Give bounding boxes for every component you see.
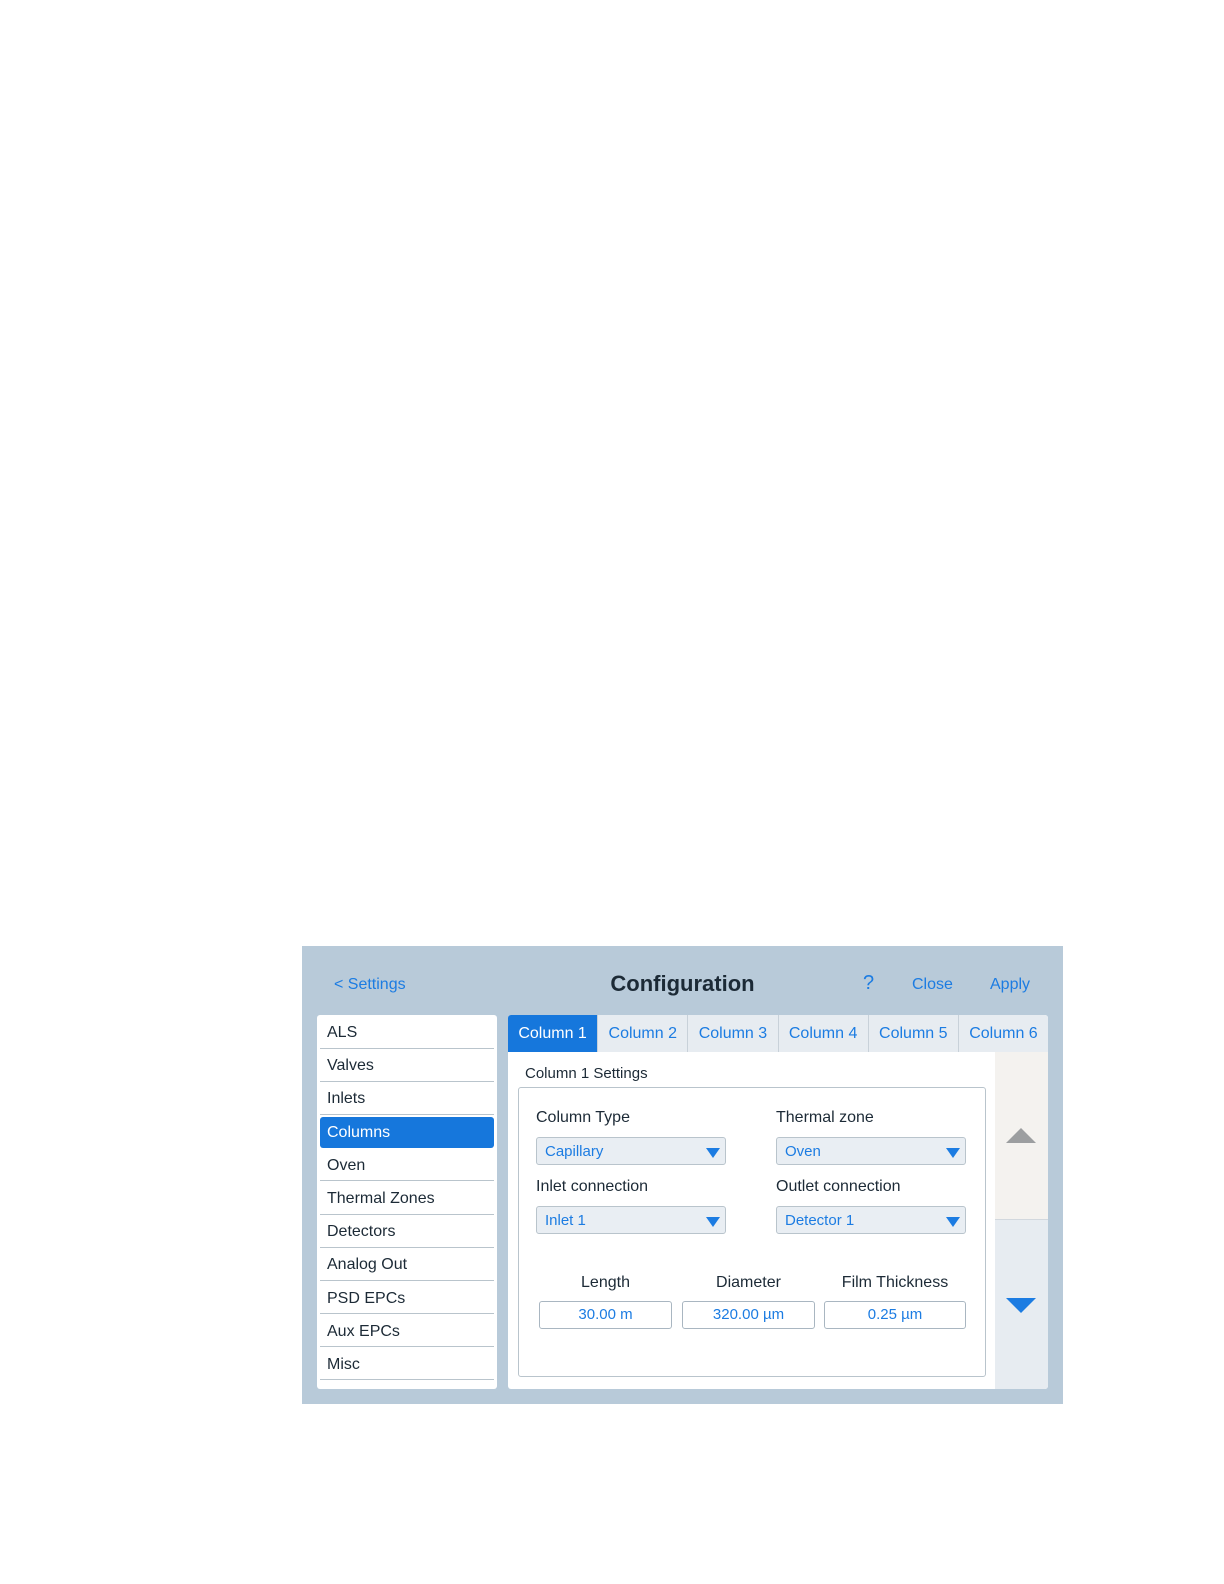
sidebar-item-columns[interactable]: Columns (320, 1116, 494, 1149)
tab-column-1[interactable]: Column 1 (508, 1015, 599, 1052)
close-button[interactable]: Close (912, 976, 953, 994)
film-thickness-field[interactable]: 0.25 µm (824, 1301, 966, 1329)
outlet-connection-dropdown[interactable]: Detector 1 (776, 1206, 966, 1234)
sidebar-item-thermal-zones[interactable]: Thermal Zones (320, 1183, 494, 1215)
sidebar-item-psd-epcs[interactable]: PSD EPCs (320, 1283, 494, 1315)
thermal-zone-label: Thermal zone (776, 1109, 874, 1126)
sidebar-item-valves[interactable]: Valves (320, 1050, 494, 1082)
inlet-connection-label: Inlet connection (536, 1178, 649, 1195)
sidebar-item-analog-out[interactable]: Analog Out (320, 1249, 494, 1281)
outlet-connection-value: Detector 1 (785, 1212, 855, 1229)
section-title: Column 1 Settings (525, 1065, 648, 1082)
chevron-down-icon (946, 1148, 960, 1158)
content-area: Column 1 Column 2 Column 3 Column 4 Colu… (508, 1015, 1048, 1389)
diameter-label: Diameter (716, 1274, 781, 1291)
chevron-down-icon (946, 1217, 960, 1227)
tab-column-5[interactable]: Column 5 (869, 1015, 959, 1052)
thermal-zone-value: Oven (785, 1143, 821, 1160)
scroll-up-button[interactable] (995, 1052, 1048, 1220)
diameter-field[interactable]: 320.00 µm (682, 1301, 815, 1329)
column-type-label: Column Type (536, 1109, 630, 1126)
inlet-connection-dropdown[interactable]: Inlet 1 (536, 1206, 726, 1234)
scroll-down-button[interactable] (995, 1220, 1048, 1389)
tab-column-6[interactable]: Column 6 (959, 1015, 1048, 1052)
column-tabs: Column 1 Column 2 Column 3 Column 4 Colu… (508, 1015, 1048, 1052)
column-type-dropdown[interactable]: Capillary (536, 1137, 726, 1165)
length-label: Length (581, 1274, 630, 1291)
sidebar-item-aux-epcs[interactable]: Aux EPCs (320, 1316, 494, 1348)
tab-column-4[interactable]: Column 4 (779, 1015, 869, 1052)
sidebar-item-als[interactable]: ALS (320, 1017, 494, 1049)
tab-column-2[interactable]: Column 2 (598, 1015, 689, 1052)
column-settings-box: Column Type Capillary Thermal zone Oven … (518, 1087, 986, 1377)
tab-column-3[interactable]: Column 3 (688, 1015, 779, 1052)
column-type-value: Capillary (545, 1143, 604, 1160)
length-field[interactable]: 30.00 m (539, 1301, 672, 1329)
header-bar: < Settings Configuration ? Close Apply (302, 946, 1063, 1016)
help-button[interactable]: ? (863, 972, 874, 995)
apply-button[interactable]: Apply (990, 976, 1030, 994)
chevron-down-icon (706, 1217, 720, 1227)
thermal-zone-dropdown[interactable]: Oven (776, 1137, 966, 1165)
sidebar-item-oven[interactable]: Oven (320, 1150, 494, 1182)
film-thickness-label: Film Thickness (841, 1274, 949, 1291)
chevron-down-icon (706, 1148, 720, 1158)
sidebar-item-inlets[interactable]: Inlets (320, 1083, 494, 1115)
triangle-down-icon (1006, 1298, 1036, 1313)
configuration-panel: < Settings Configuration ? Close Apply A… (302, 946, 1063, 1404)
sidebar: ALS Valves Inlets Columns Oven Thermal Z… (317, 1015, 497, 1389)
inlet-connection-value: Inlet 1 (545, 1212, 586, 1229)
triangle-up-icon (1006, 1128, 1036, 1143)
sidebar-item-detectors[interactable]: Detectors (320, 1216, 494, 1248)
outlet-connection-label: Outlet connection (776, 1178, 901, 1195)
sidebar-item-misc[interactable]: Misc (320, 1349, 494, 1381)
